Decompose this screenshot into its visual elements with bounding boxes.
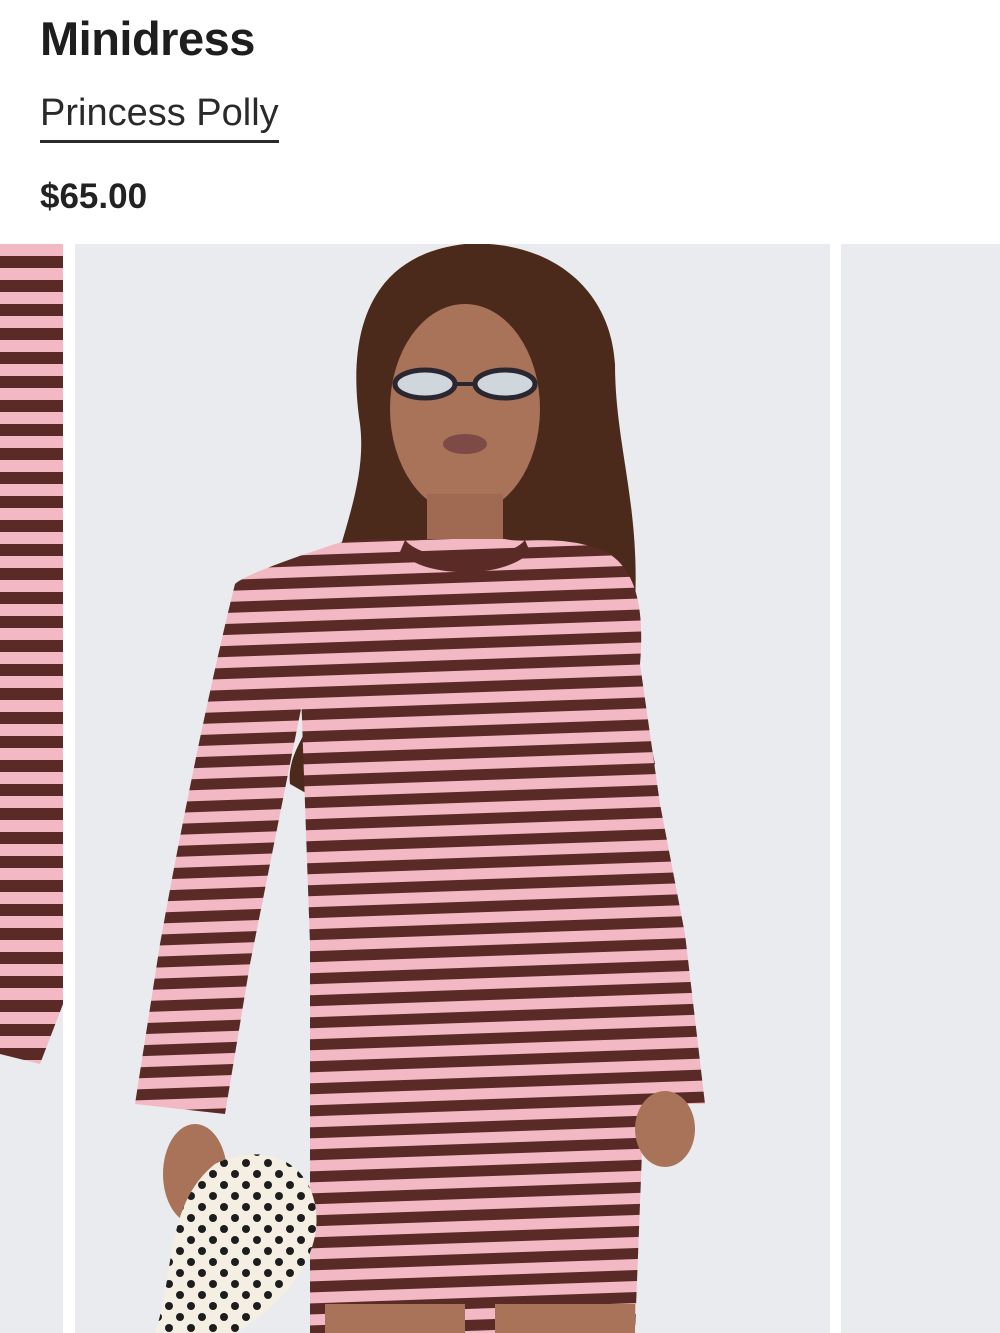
- product-header: Minidress Princess Polly $65.00: [40, 10, 960, 217]
- product-page: Minidress Princess Polly $65.00: [0, 0, 1000, 1333]
- prev-image-art: [0, 244, 63, 1333]
- brand-link[interactable]: Princess Polly: [40, 92, 279, 143]
- current-product-image[interactable]: [75, 244, 830, 1333]
- next-image-art: [841, 244, 1000, 1333]
- next-product-image[interactable]: [841, 244, 1000, 1333]
- product-price: $65.00: [40, 177, 148, 216]
- image-carousel[interactable]: [0, 244, 1000, 1333]
- product-title: Minidress: [40, 12, 255, 65]
- previous-product-image[interactable]: [0, 244, 63, 1333]
- model-photo: [75, 244, 830, 1333]
